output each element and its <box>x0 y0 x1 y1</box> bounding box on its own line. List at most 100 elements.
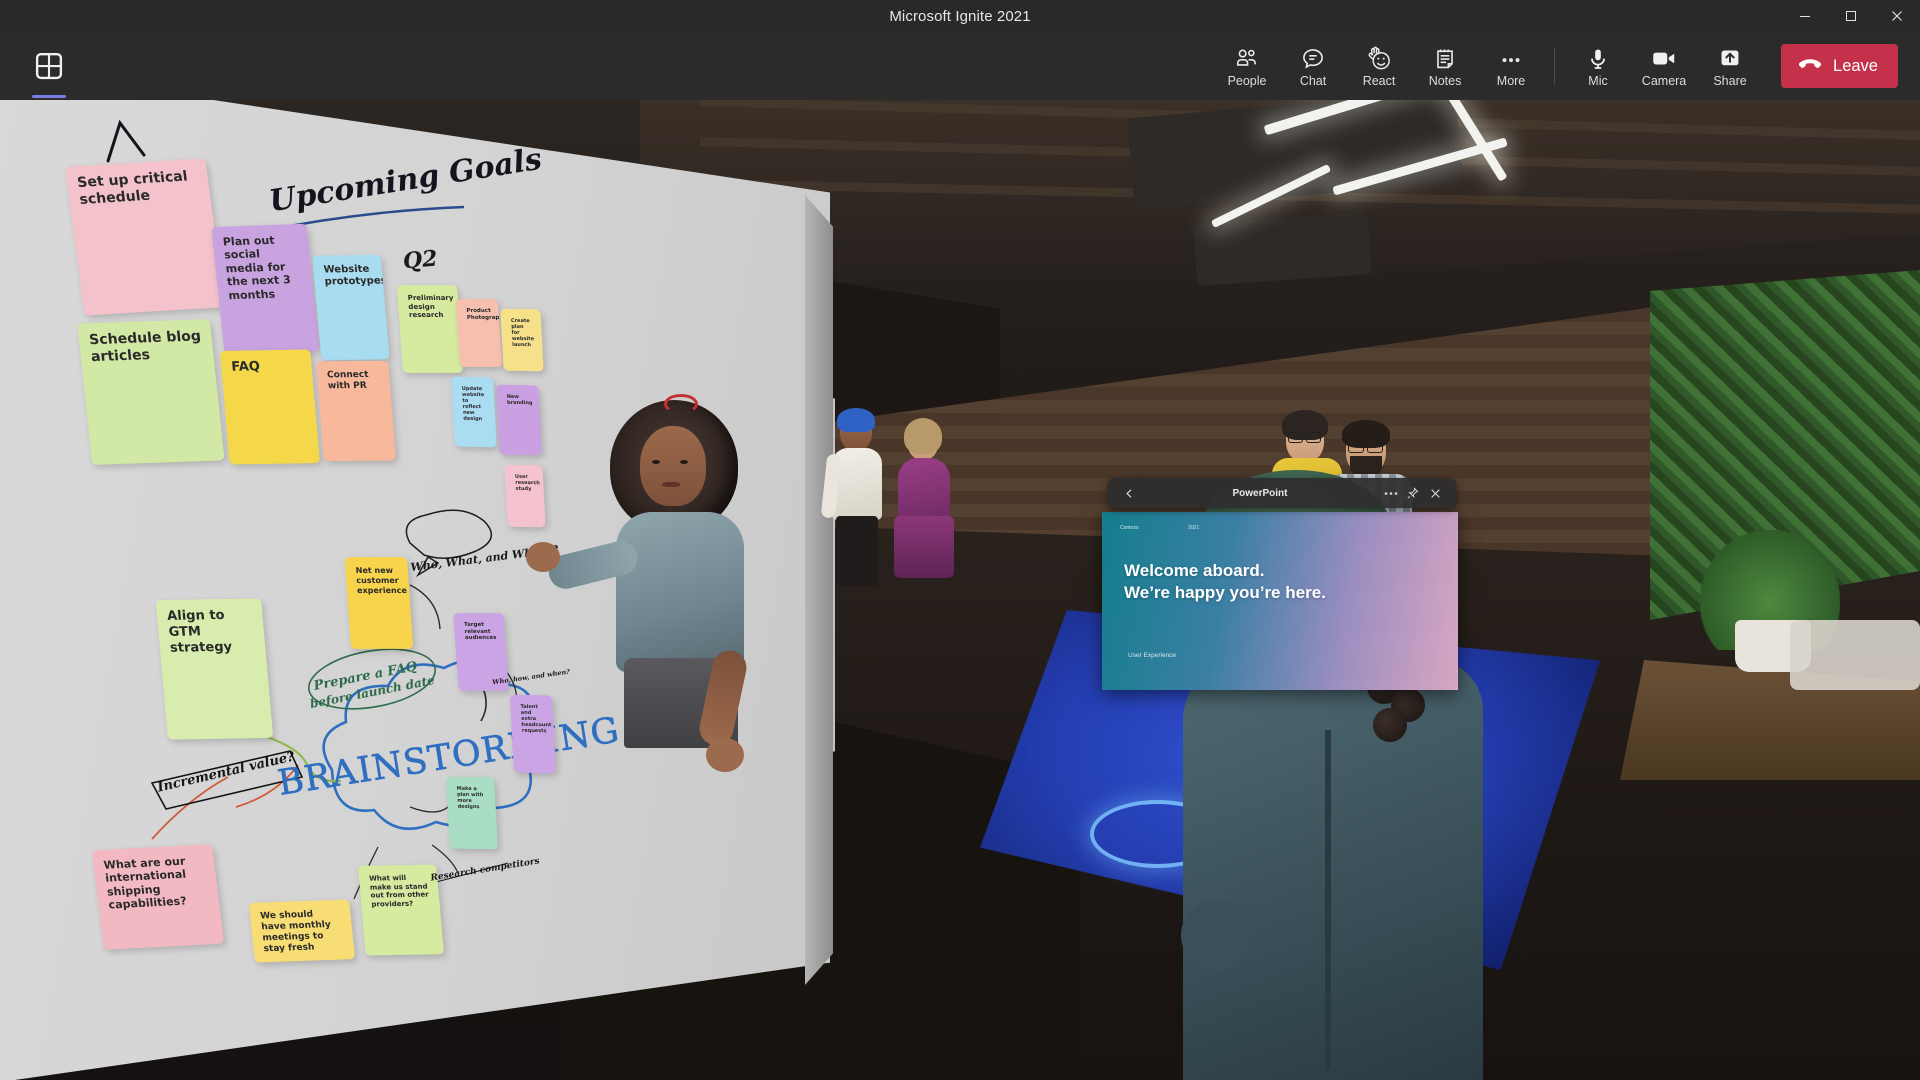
avatar-skirt <box>894 516 954 578</box>
mic-label: Mic <box>1588 74 1607 88</box>
minimize-button[interactable] <box>1782 0 1828 32</box>
sticky-note[interactable]: Schedule blog articles <box>77 319 224 465</box>
sticky-note[interactable]: Preliminary design research <box>397 285 463 373</box>
sticky-note-text: User research study <box>515 474 540 492</box>
avatar-headband <box>664 394 698 414</box>
sticky-note-text: Set up critical schedule <box>76 169 188 209</box>
avatar-hoodie-zip <box>1325 730 1331 1070</box>
sticky-note-text: Connect with PR <box>327 370 369 391</box>
avatar-left-hand <box>526 542 560 572</box>
immersive-meeting-scene: Ideas Should reach more consumer base an… <box>0 100 1920 1080</box>
avatar-legs <box>836 516 878 586</box>
mic-button[interactable]: Mic <box>1565 37 1631 95</box>
sticky-note[interactable]: Website prototypes <box>312 255 389 361</box>
sticky-note[interactable]: Talent and extra headcount requests <box>510 695 556 774</box>
camera-label: Camera <box>1642 74 1686 88</box>
avatar-glasses <box>1348 442 1364 453</box>
handwritten-note: Research competitors <box>430 856 541 883</box>
avatar-right-hand <box>706 738 744 772</box>
avatar-dress <box>898 458 950 524</box>
camera-button[interactable]: Camera <box>1631 37 1697 95</box>
sticky-note[interactable]: Create plan for website launch <box>500 309 543 372</box>
sticky-note-text: What will make us stand out from other p… <box>369 874 429 908</box>
share-label: Share <box>1713 74 1746 88</box>
sticky-note[interactable]: Net new customer experience <box>345 557 414 649</box>
notes-button[interactable]: Notes <box>1412 37 1478 95</box>
avatar-mouth <box>662 482 680 487</box>
sticky-note-text: Website prototypes <box>323 264 387 288</box>
pin-icon[interactable] <box>1402 482 1424 504</box>
slide-footer: User Experience <box>1128 652 1176 659</box>
powerpoint-panel-title: PowerPoint <box>1140 488 1380 499</box>
sticky-note[interactable]: User research study <box>504 465 545 528</box>
sticky-note-text: FAQ <box>231 359 261 374</box>
sticky-note-text: New branding <box>507 394 533 407</box>
camera-icon <box>1650 44 1678 72</box>
chevron-left-icon[interactable] <box>1118 482 1140 504</box>
avatar-hair <box>837 408 875 432</box>
slide-heading: Welcome aboard. We’re happy you’re here. <box>1124 560 1326 604</box>
avatar-hoodie-cuff <box>1181 900 1251 970</box>
react-button[interactable]: React <box>1346 37 1412 95</box>
avatar-hair <box>904 418 942 454</box>
sofa <box>1790 620 1920 690</box>
hangup-icon <box>1797 54 1823 79</box>
sticky-note-text: Create plan for website launch <box>511 318 534 349</box>
sticky-note[interactable]: What are our international shipping capa… <box>92 844 224 950</box>
toolbar-actions: People Chat Re <box>1214 37 1920 95</box>
sticky-note[interactable]: Update website to reflect new design <box>451 377 497 448</box>
sticky-note[interactable]: FAQ <box>220 349 320 464</box>
sticky-note[interactable]: Set up critical schedule <box>65 158 225 315</box>
sticky-note[interactable]: Align to GTM strategy <box>156 598 273 739</box>
notes-label: Notes <box>1429 74 1462 88</box>
people-button[interactable]: People <box>1214 37 1280 95</box>
chat-label: Chat <box>1300 74 1326 88</box>
sticky-note-text: Net new customer experience <box>355 566 407 594</box>
sticky-note-text: Product Photography <box>466 308 502 321</box>
sticky-note-text: Schedule blog articles <box>88 328 201 365</box>
sticky-note-text: What are our international shipping capa… <box>103 855 187 912</box>
microphone-icon <box>1585 44 1611 72</box>
chat-icon <box>1300 44 1326 72</box>
window-title-bar: Microsoft Ignite 2021 <box>0 0 1920 32</box>
chat-button[interactable]: Chat <box>1280 37 1346 95</box>
avatar-face <box>640 426 706 506</box>
powerpoint-panel-header: PowerPoint <box>1108 478 1456 508</box>
quarter-label: Q2 <box>402 246 439 275</box>
more-button[interactable]: More <box>1478 37 1544 95</box>
slide-heading-line2: We’re happy you’re here. <box>1124 583 1326 602</box>
avatar-glasses <box>1288 432 1303 443</box>
window-controls <box>1782 0 1920 32</box>
people-label: People <box>1228 74 1267 88</box>
sticky-note[interactable]: We should have monthly meetings to stay … <box>249 899 355 962</box>
sticky-note-text: Make a plan with more designs <box>457 786 484 811</box>
whiteboard-edge <box>805 195 833 985</box>
avatar-female-purple <box>888 412 966 582</box>
powerpoint-slide[interactable]: Contoso 2021 Welcome aboard. We’re happy… <box>1102 512 1458 690</box>
react-label: React <box>1363 74 1396 88</box>
close-button[interactable] <box>1874 0 1920 32</box>
powerpoint-panel[interactable]: Contoso 2021 Welcome aboard. We’re happy… <box>1100 485 1460 695</box>
share-button[interactable]: Share <box>1697 37 1763 95</box>
leave-label: Leave <box>1833 57 1878 76</box>
sticky-note[interactable]: Product Photography <box>456 299 503 367</box>
ellipsis-icon[interactable] <box>1380 482 1402 504</box>
more-label: More <box>1497 74 1525 88</box>
avatar-eye <box>652 460 660 464</box>
sticky-note[interactable]: Plan out social media for the next 3 mon… <box>211 224 320 355</box>
sticky-note-text: Talent and extra headcount requests <box>520 704 551 735</box>
more-icon <box>1498 44 1524 72</box>
handwritten-note: Incremental value? <box>156 749 296 795</box>
sticky-note[interactable]: Connect with PR <box>316 361 396 461</box>
gallery-view-button[interactable] <box>26 43 72 89</box>
slide-tag-mid: 2021 <box>1188 525 1199 531</box>
avatar-torso <box>616 512 744 672</box>
sticky-note-text: Align to GTM strategy <box>167 608 233 656</box>
close-icon[interactable] <box>1424 482 1446 504</box>
maximize-button[interactable] <box>1828 0 1874 32</box>
sticky-note[interactable]: Make a plan with more designs <box>446 777 498 850</box>
people-icon <box>1234 44 1260 72</box>
sticky-note[interactable]: New branding <box>496 385 542 456</box>
sticky-note-text: We should have monthly meetings to stay … <box>260 910 332 955</box>
leave-button[interactable]: Leave <box>1781 44 1898 88</box>
